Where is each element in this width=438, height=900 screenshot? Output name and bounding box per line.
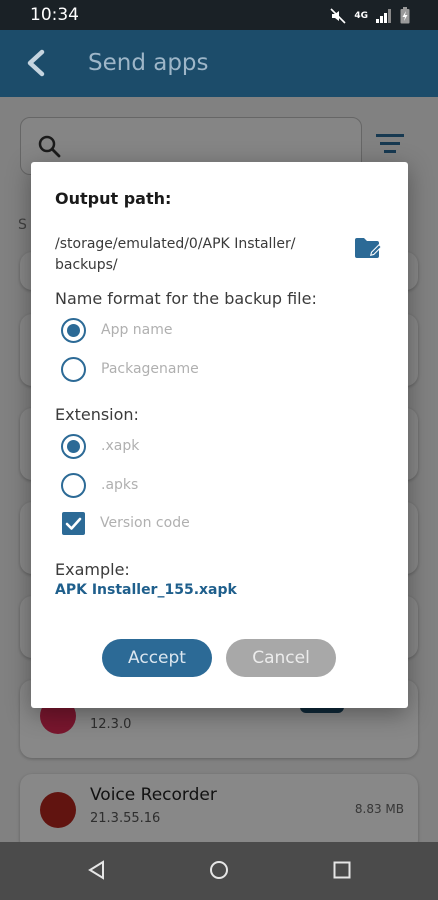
nav-home-icon[interactable]	[209, 860, 229, 880]
radio-button[interactable]	[61, 356, 86, 382]
radio-app-name[interactable]: App name	[61, 316, 173, 344]
radio-button[interactable]	[61, 472, 86, 498]
output-path-text: /storage/emulated/0/APK Installer/ backu…	[55, 236, 296, 273]
example-label: Example:	[55, 560, 130, 579]
extension-label: Extension:	[55, 405, 139, 424]
accept-button[interactable]: Accept	[102, 639, 212, 677]
nav-back-icon[interactable]	[87, 860, 107, 880]
radio-label: Packagename	[101, 361, 199, 377]
status-bar: 10:34 4G	[0, 0, 438, 30]
radio-apks[interactable]: .apks	[61, 471, 138, 499]
folder-edit-icon[interactable]	[353, 236, 385, 262]
checkbox-label: Version code	[100, 515, 190, 531]
status-icons: 4G	[330, 7, 410, 24]
radio-label: .apks	[101, 477, 139, 493]
cancel-button[interactable]: Cancel	[226, 639, 336, 677]
radio-button[interactable]	[61, 433, 86, 459]
radio-packagename[interactable]: Packagename	[61, 355, 199, 383]
arrow-back-icon[interactable]	[22, 48, 52, 78]
output-path-heading: Output path:	[55, 189, 172, 208]
mute-icon	[330, 7, 346, 24]
output-path-value: /storage/emulated/0/APK Installer/ backu…	[55, 234, 325, 276]
example-filename: APK Installer_155.xapk	[55, 582, 237, 598]
page-title: Send apps	[88, 50, 209, 76]
app-bar: Send apps	[0, 30, 438, 97]
checkbox-version-code[interactable]: Version code	[62, 509, 190, 537]
checkbox[interactable]	[62, 511, 85, 535]
navigation-bar	[0, 842, 438, 900]
signal-icon	[376, 8, 391, 23]
nav-recents-icon[interactable]	[332, 860, 352, 880]
name-format-label: Name format for the backup file:	[55, 289, 317, 308]
backup-settings-dialog: Output path: /storage/emulated/0/APK Ins…	[31, 162, 408, 708]
network-type-icon: 4G	[354, 10, 368, 21]
battery-charging-icon	[400, 7, 410, 24]
radio-xapk[interactable]: .xapk	[61, 432, 139, 460]
radio-button[interactable]	[61, 317, 86, 343]
radio-label: .xapk	[101, 438, 140, 454]
radio-label: App name	[101, 322, 173, 338]
status-time: 10:34	[30, 5, 79, 25]
check-icon	[65, 517, 82, 530]
